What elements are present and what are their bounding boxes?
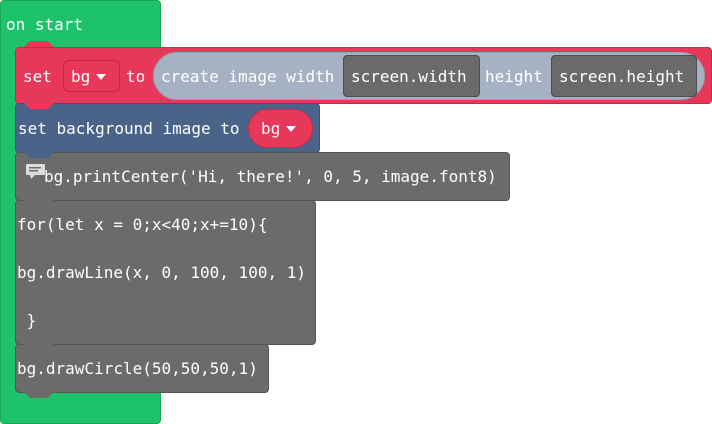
notch-top	[24, 41, 54, 47]
notch-bottom	[24, 392, 54, 398]
notch-bottom	[24, 200, 54, 206]
notch-bottom	[24, 152, 54, 158]
block-notches	[24, 41, 54, 398]
notch-bottom	[24, 344, 54, 350]
notch-bottom	[24, 103, 54, 109]
